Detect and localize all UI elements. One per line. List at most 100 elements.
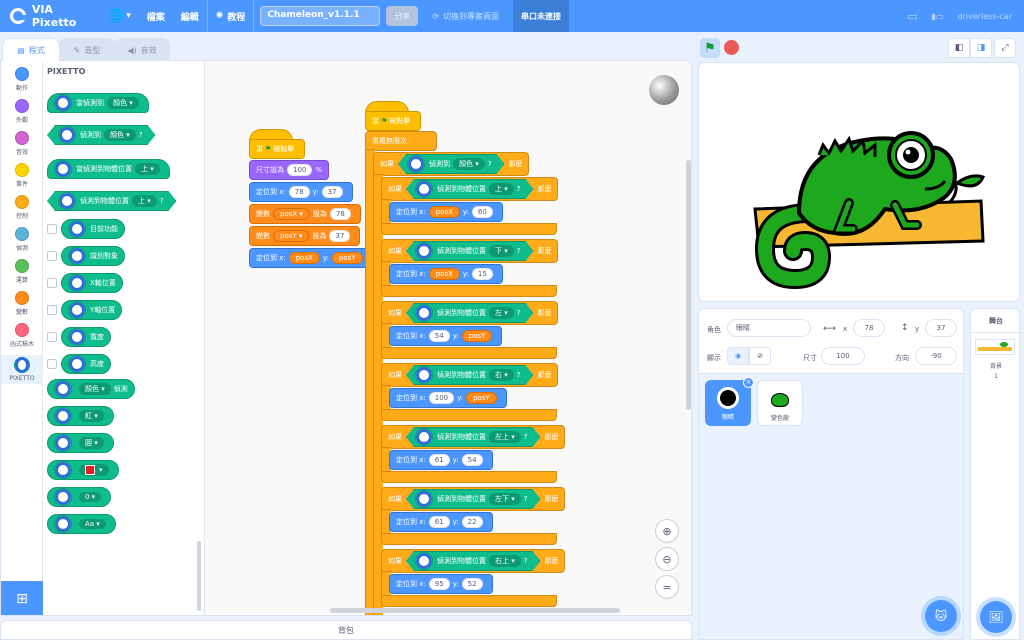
tab-sounds[interactable]: ◀) 音效 xyxy=(114,38,170,62)
goto-xy-block[interactable]: 定位到 x: 78 y: 37 xyxy=(249,182,353,202)
choose-backdrop-button[interactable]: 🖼 xyxy=(980,601,1012,633)
zoom-reset-button[interactable]: = xyxy=(655,575,679,599)
monitor-checkbox[interactable] xyxy=(47,251,57,261)
value-input[interactable]: 37 xyxy=(329,230,351,242)
direction-dropdown[interactable]: 上 ▾ xyxy=(489,183,514,195)
when-flag-clicked-block[interactable]: 當 ⚑ 被點擊 xyxy=(249,139,305,159)
y-input[interactable]: 54 xyxy=(461,454,483,466)
edit-menu[interactable]: 編輯 xyxy=(173,0,207,32)
tab-costumes[interactable]: ✎ 造型 xyxy=(58,38,116,62)
category-my-blocks[interactable]: 函式積木 xyxy=(1,323,43,348)
direction-input[interactable]: -90 xyxy=(915,347,957,365)
block-dropdown[interactable]: 圓 ▾ xyxy=(79,437,104,449)
monitor-checkbox[interactable] xyxy=(47,305,57,315)
set-variable-block[interactable]: 變數 posX ▾ 設為 78 xyxy=(249,204,361,224)
script-area[interactable]: 當 ⚑ 被點擊 尺寸設為 100% 定位到 x: 78 y: 37 變數 posX ▾ 設為 78… xyxy=(207,61,691,615)
y-input[interactable]: 15 xyxy=(471,268,493,280)
block-dropdown[interactable]: 紅 ▾ xyxy=(79,410,104,422)
if-position-block[interactable]: 如果 偵測到物體位置右 ▾? 那麼 xyxy=(381,363,559,387)
palette-block[interactable]: 0 ▾ xyxy=(47,487,112,507)
direction-dropdown[interactable]: 下 ▾ xyxy=(489,245,514,257)
goto-xy-block[interactable]: 定位到 x: 100 y: posY xyxy=(389,388,507,408)
y-reporter[interactable]: posY xyxy=(331,252,363,264)
if-position-block[interactable]: 如果 偵測到物體位置 右上 ▾? 那麼 xyxy=(381,549,566,573)
if-position-block[interactable]: 如果 偵測到物體位置左 ▾? 那麼 xyxy=(381,301,559,325)
block-dropdown[interactable]: 上 ▾ xyxy=(135,163,160,175)
detect-position-boolean[interactable]: 偵測到物體位置 右上 ▾? xyxy=(406,551,540,571)
sprite-thumbnail[interactable]: 變色龍 xyxy=(757,380,803,426)
palette-block[interactable]: 識別對象 xyxy=(61,246,125,266)
x-input[interactable]: 100 xyxy=(428,392,455,404)
detect-position-boolean[interactable]: 偵測到物體位置左 ▾? xyxy=(406,303,533,323)
block-dropdown[interactable]: 上 ▾ xyxy=(132,195,157,207)
forever-block[interactable]: 重複無限次 xyxy=(365,131,437,151)
large-stage-button[interactable]: ◨ xyxy=(970,38,992,58)
stop-button[interactable] xyxy=(724,40,739,55)
monitor-checkbox[interactable] xyxy=(47,224,57,234)
stage-selector[interactable]: 舞台 背景 1 🖼 xyxy=(970,308,1021,640)
category-variables[interactable]: 變數 xyxy=(1,291,43,316)
show-sprite-button[interactable]: ◉ xyxy=(727,347,749,365)
switch-to-project-page-button[interactable]: ⟳ 切換到專案頁面 xyxy=(432,11,499,22)
delete-sprite-icon[interactable]: × xyxy=(743,377,754,388)
palette-scrollbar[interactable] xyxy=(197,541,201,611)
monitor-checkbox[interactable] xyxy=(47,278,57,288)
x-reporter[interactable]: posX xyxy=(288,252,320,264)
x-input[interactable]: 61 xyxy=(428,454,450,466)
detect-color-boolean[interactable]: 偵測到 顏色 ▾? xyxy=(398,154,504,174)
goto-xy-block[interactable]: 定位到 x: posX y: posY xyxy=(249,248,373,268)
detect-position-boolean[interactable]: 偵測到物體位置下 ▾? xyxy=(406,241,533,261)
zoom-out-button[interactable]: ⊖ xyxy=(655,547,679,571)
detect-position-boolean[interactable]: 偵測到物體位置 左上 ▾? xyxy=(406,427,540,447)
palette-block[interactable]: 顏色 ▾ 偵測 xyxy=(47,379,135,399)
goto-xy-block[interactable]: 定位到 x: 61 y: 54 xyxy=(389,450,493,470)
variable-dropdown[interactable]: posX ▾ xyxy=(273,208,310,220)
category-operators[interactable]: 運算 xyxy=(1,259,43,284)
block-dropdown[interactable]: 顏色 ▾ xyxy=(453,158,485,170)
x-input[interactable]: posX xyxy=(428,268,460,280)
palette-block[interactable]: 寬度 xyxy=(61,327,111,347)
palette-block[interactable]: 紅 ▾ xyxy=(47,406,114,426)
goto-xy-block[interactable]: 定位到 x: 54 y: posY xyxy=(389,326,503,346)
choose-sprite-button[interactable]: 🐱 xyxy=(925,600,957,632)
block-dropdown[interactable]: ▾ xyxy=(79,464,109,476)
category-sensing[interactable]: 偵測 xyxy=(1,227,43,252)
y-input[interactable]: posY xyxy=(466,392,497,404)
workspace-vertical-scrollbar[interactable] xyxy=(686,160,691,410)
app-logo[interactable]: VIA Pixetto xyxy=(0,3,100,29)
set-variable-block[interactable]: 變數 posY ▾ 設為 37 xyxy=(249,226,361,246)
goto-xy-block[interactable]: 定位到 x: posX y: 15 xyxy=(389,264,503,284)
x-position-input[interactable]: 78 xyxy=(853,319,885,337)
direction-dropdown[interactable]: 右上 ▾ xyxy=(489,555,521,567)
when-flag-clicked-block[interactable]: 當 ⚑ 被點擊 xyxy=(365,111,421,131)
palette-block[interactable]: 當偵測到物體位置上 ▾ xyxy=(47,159,170,179)
goto-xy-block[interactable]: 定位到 x: 95 y: 52 xyxy=(389,574,493,594)
if-position-block[interactable]: 如果 偵測到物體位置 左上 ▾? 那麼 xyxy=(381,425,566,449)
category-motion[interactable]: 動作 xyxy=(1,67,43,92)
palette-block[interactable]: 偵測到物體位置上 ▾? xyxy=(47,191,176,211)
palette-block[interactable]: 高度 xyxy=(61,354,111,374)
category-control[interactable]: 控制 xyxy=(1,195,43,220)
category-events[interactable]: 事件 xyxy=(1,163,43,188)
if-position-block[interactable]: 如果 偵測到物體位置下 ▾? 那麼 xyxy=(381,239,559,263)
serial-status[interactable]: 串口未連接 xyxy=(513,0,570,32)
y-input[interactable]: 37 xyxy=(321,186,343,198)
detect-position-boolean[interactable]: 偵測到物體位置 左下 ▾? xyxy=(406,489,540,509)
block-dropdown[interactable]: 0 ▾ xyxy=(79,492,102,502)
direction-dropdown[interactable]: 左上 ▾ xyxy=(489,431,521,443)
detect-position-boolean[interactable]: 偵測到物體位置上 ▾? xyxy=(406,179,533,199)
palette-block[interactable]: 偵測到 顏色 ▾? xyxy=(47,125,155,145)
x-input[interactable]: 95 xyxy=(428,578,450,590)
direction-dropdown[interactable]: 右 ▾ xyxy=(489,369,514,381)
block-dropdown[interactable]: 顏色 ▾ xyxy=(79,383,111,395)
palette-block[interactable]: Aa ▾ xyxy=(47,514,116,534)
category-looks[interactable]: 外觀 xyxy=(1,99,43,124)
file-menu[interactable]: 檔案 xyxy=(139,0,173,32)
palette-block[interactable]: 當偵測到 顏色 ▾ xyxy=(47,93,149,113)
sprite-name-input[interactable]: 眼睛 xyxy=(727,319,811,337)
backdrop-thumbnail[interactable] xyxy=(975,339,1015,355)
folder-icon[interactable]: ▭ xyxy=(907,10,917,23)
direction-dropdown[interactable]: 左 ▾ xyxy=(489,307,514,319)
variable-dropdown[interactable]: posY ▾ xyxy=(273,230,310,242)
fullscreen-button[interactable]: ⤢ xyxy=(994,38,1016,58)
